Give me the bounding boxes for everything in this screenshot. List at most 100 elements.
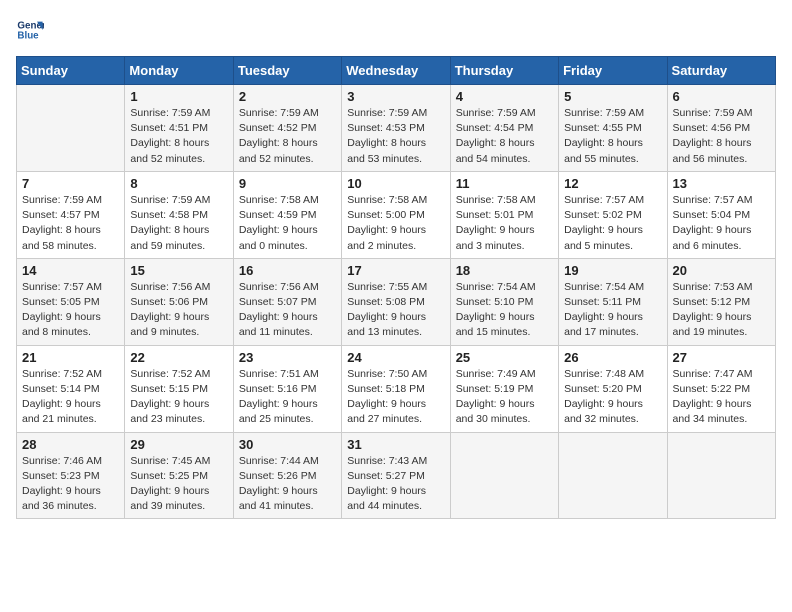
- calendar-week-row: 14Sunrise: 7:57 AMSunset: 5:05 PMDayligh…: [17, 258, 776, 345]
- day-number: 17: [347, 263, 444, 278]
- calendar-week-row: 1 Sunrise: 7:59 AMSunset: 4:51 PMDaylight…: [17, 85, 776, 172]
- logo: General Blue: [16, 16, 44, 44]
- calendar-header: Sunday Monday Tuesday Wednesday Thursday…: [17, 57, 776, 85]
- day-info: Sunrise: 7:44 AMSunset: 5:26 PMDaylight:…: [239, 454, 336, 515]
- calendar-cell: 25Sunrise: 7:49 AMSunset: 5:19 PMDayligh…: [450, 345, 558, 432]
- day-info: Sunrise: 7:59 AMSunset: 4:57 PMDaylight:…: [22, 193, 119, 254]
- day-info: Sunrise: 7:59 AMSunset: 4:56 PMDaylight:…: [673, 106, 770, 167]
- calendar-cell: 22 Sunrise: 7:52 AMSunset: 5:15 PMDayligh…: [125, 345, 233, 432]
- day-info: Sunrise: 7:54 AMSunset: 5:11 PMDaylight:…: [564, 280, 661, 341]
- calendar-week-row: 21Sunrise: 7:52 AMSunset: 5:14 PMDayligh…: [17, 345, 776, 432]
- day-number: 24: [347, 350, 444, 365]
- day-number: 3: [347, 89, 444, 104]
- day-number: 19: [564, 263, 661, 278]
- calendar-cell: 29 Sunrise: 7:45 AMSunset: 5:25 PMDayligh…: [125, 432, 233, 519]
- day-number: 8: [130, 176, 227, 191]
- calendar-cell: 11Sunrise: 7:58 AMSunset: 5:01 PMDayligh…: [450, 171, 558, 258]
- day-number: 6: [673, 89, 770, 104]
- calendar-cell: 15 Sunrise: 7:56 AMSunset: 5:06 PMDayligh…: [125, 258, 233, 345]
- day-info: Sunrise: 7:59 AMSunset: 4:51 PMDaylight:…: [130, 106, 227, 167]
- calendar-cell: [450, 432, 558, 519]
- day-info: Sunrise: 7:59 AMSunset: 4:53 PMDaylight:…: [347, 106, 444, 167]
- day-number: 28: [22, 437, 119, 452]
- calendar-cell: 5 Sunrise: 7:59 AMSunset: 4:55 PMDaylight…: [559, 85, 667, 172]
- header-thursday: Thursday: [450, 57, 558, 85]
- calendar-cell: 20Sunrise: 7:53 AMSunset: 5:12 PMDayligh…: [667, 258, 775, 345]
- calendar-cell: 12 Sunrise: 7:57 AMSunset: 5:02 PMDayligh…: [559, 171, 667, 258]
- day-number: 12: [564, 176, 661, 191]
- header-wednesday: Wednesday: [342, 57, 450, 85]
- day-info: Sunrise: 7:54 AMSunset: 5:10 PMDaylight:…: [456, 280, 553, 341]
- day-info: Sunrise: 7:47 AMSunset: 5:22 PMDaylight:…: [673, 367, 770, 428]
- calendar-cell: 7 Sunrise: 7:59 AMSunset: 4:57 PMDaylight…: [17, 171, 125, 258]
- calendar-cell: 14Sunrise: 7:57 AMSunset: 5:05 PMDayligh…: [17, 258, 125, 345]
- calendar-cell: 18 Sunrise: 7:54 AMSunset: 5:10 PMDayligh…: [450, 258, 558, 345]
- day-info: Sunrise: 7:56 AMSunset: 5:06 PMDaylight:…: [130, 280, 227, 341]
- day-number: 5: [564, 89, 661, 104]
- calendar-cell: 9 Sunrise: 7:58 AMSunset: 4:59 PMDaylight…: [233, 171, 341, 258]
- day-number: 26: [564, 350, 661, 365]
- day-number: 9: [239, 176, 336, 191]
- day-info: Sunrise: 7:59 AMSunset: 4:58 PMDaylight:…: [130, 193, 227, 254]
- calendar-cell: 13 Sunrise: 7:57 AMSunset: 5:04 PMDayligh…: [667, 171, 775, 258]
- calendar-cell: 24 Sunrise: 7:50 AMSunset: 5:18 PMDayligh…: [342, 345, 450, 432]
- calendar-cell: [559, 432, 667, 519]
- day-info: Sunrise: 7:57 AMSunset: 5:02 PMDaylight:…: [564, 193, 661, 254]
- day-number: 29: [130, 437, 227, 452]
- day-number: 18: [456, 263, 553, 278]
- calendar-cell: 26 Sunrise: 7:48 AMSunset: 5:20 PMDayligh…: [559, 345, 667, 432]
- day-info: Sunrise: 7:46 AMSunset: 5:23 PMDaylight:…: [22, 454, 119, 515]
- calendar-cell: [17, 85, 125, 172]
- day-info: Sunrise: 7:48 AMSunset: 5:20 PMDaylight:…: [564, 367, 661, 428]
- header-tuesday: Tuesday: [233, 57, 341, 85]
- day-info: Sunrise: 7:52 AMSunset: 5:14 PMDaylight:…: [22, 367, 119, 428]
- weekday-header-row: Sunday Monday Tuesday Wednesday Thursday…: [17, 57, 776, 85]
- calendar-cell: 23Sunrise: 7:51 AMSunset: 5:16 PMDayligh…: [233, 345, 341, 432]
- day-number: 25: [456, 350, 553, 365]
- header-sunday: Sunday: [17, 57, 125, 85]
- day-info: Sunrise: 7:51 AMSunset: 5:16 PMDaylight:…: [239, 367, 336, 428]
- day-info: Sunrise: 7:58 AMSunset: 5:00 PMDaylight:…: [347, 193, 444, 254]
- day-number: 13: [673, 176, 770, 191]
- day-number: 27: [673, 350, 770, 365]
- calendar-cell: 30 Sunrise: 7:44 AMSunset: 5:26 PMDayligh…: [233, 432, 341, 519]
- day-number: 14: [22, 263, 119, 278]
- day-number: 15: [130, 263, 227, 278]
- day-info: Sunrise: 7:59 AMSunset: 4:55 PMDaylight:…: [564, 106, 661, 167]
- calendar-table: Sunday Monday Tuesday Wednesday Thursday…: [16, 56, 776, 519]
- header-monday: Monday: [125, 57, 233, 85]
- day-number: 4: [456, 89, 553, 104]
- day-info: Sunrise: 7:57 AMSunset: 5:04 PMDaylight:…: [673, 193, 770, 254]
- svg-text:Blue: Blue: [17, 30, 39, 41]
- day-info: Sunrise: 7:59 AMSunset: 4:54 PMDaylight:…: [456, 106, 553, 167]
- calendar-body: 1 Sunrise: 7:59 AMSunset: 4:51 PMDaylight…: [17, 85, 776, 519]
- day-number: 7: [22, 176, 119, 191]
- day-number: 2: [239, 89, 336, 104]
- day-number: 30: [239, 437, 336, 452]
- day-number: 1: [130, 89, 227, 104]
- day-number: 16: [239, 263, 336, 278]
- day-number: 31: [347, 437, 444, 452]
- day-info: Sunrise: 7:52 AMSunset: 5:15 PMDaylight:…: [130, 367, 227, 428]
- day-info: Sunrise: 7:53 AMSunset: 5:12 PMDaylight:…: [673, 280, 770, 341]
- calendar-cell: 16 Sunrise: 7:56 AMSunset: 5:07 PMDayligh…: [233, 258, 341, 345]
- calendar-cell: 1 Sunrise: 7:59 AMSunset: 4:51 PMDaylight…: [125, 85, 233, 172]
- calendar-week-row: 7 Sunrise: 7:59 AMSunset: 4:57 PMDaylight…: [17, 171, 776, 258]
- day-info: Sunrise: 7:58 AMSunset: 4:59 PMDaylight:…: [239, 193, 336, 254]
- calendar-cell: 4 Sunrise: 7:59 AMSunset: 4:54 PMDaylight…: [450, 85, 558, 172]
- day-number: 22: [130, 350, 227, 365]
- day-info: Sunrise: 7:50 AMSunset: 5:18 PMDaylight:…: [347, 367, 444, 428]
- calendar-cell: 8 Sunrise: 7:59 AMSunset: 4:58 PMDaylight…: [125, 171, 233, 258]
- calendar-cell: 6 Sunrise: 7:59 AMSunset: 4:56 PMDaylight…: [667, 85, 775, 172]
- header-saturday: Saturday: [667, 57, 775, 85]
- calendar-cell: 3 Sunrise: 7:59 AMSunset: 4:53 PMDaylight…: [342, 85, 450, 172]
- header-friday: Friday: [559, 57, 667, 85]
- calendar-cell: 28 Sunrise: 7:46 AMSunset: 5:23 PMDayligh…: [17, 432, 125, 519]
- day-info: Sunrise: 7:45 AMSunset: 5:25 PMDaylight:…: [130, 454, 227, 515]
- calendar-week-row: 28 Sunrise: 7:46 AMSunset: 5:23 PMDayligh…: [17, 432, 776, 519]
- calendar-cell: 10 Sunrise: 7:58 AMSunset: 5:00 PMDayligh…: [342, 171, 450, 258]
- day-info: Sunrise: 7:56 AMSunset: 5:07 PMDaylight:…: [239, 280, 336, 341]
- calendar-cell: 21Sunrise: 7:52 AMSunset: 5:14 PMDayligh…: [17, 345, 125, 432]
- page-header: General Blue: [16, 16, 776, 44]
- day-number: 10: [347, 176, 444, 191]
